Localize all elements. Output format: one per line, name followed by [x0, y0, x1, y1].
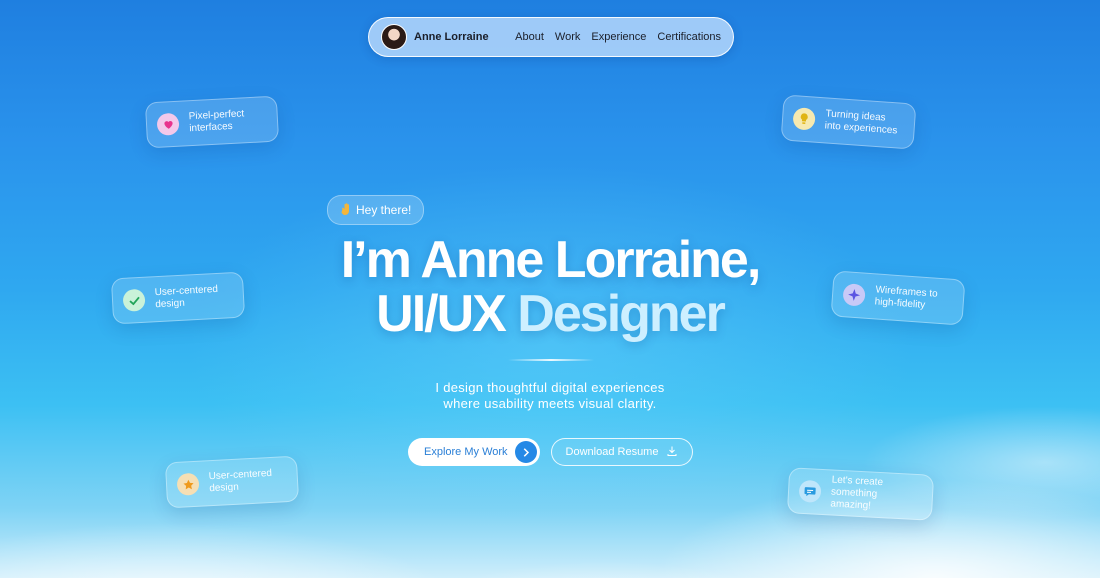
- divider: [508, 359, 594, 361]
- download-resume-label: Download Resume: [565, 446, 659, 458]
- chip-text: Pixel-perfect interfaces: [188, 108, 245, 135]
- greeting-text: Hey there!: [356, 203, 412, 217]
- nav-link-certifications[interactable]: Certifications: [657, 31, 721, 43]
- chip-user-centered-2: User-centered design: [164, 455, 300, 509]
- chip-text: Turning ideas into experiences: [824, 108, 898, 137]
- greeting-badge: Hey there!: [327, 195, 425, 225]
- top-navbar: Anne Lorraine About Work Experience Cert…: [368, 17, 734, 57]
- chip-turning-ideas: Turning ideas into experiences: [780, 94, 917, 150]
- hero-title-role: UI/UX: [376, 285, 507, 343]
- lightbulb-icon: [792, 107, 816, 131]
- heart-icon: [156, 112, 180, 136]
- hero-title-line1: I’m Anne Lorraine,: [340, 231, 762, 289]
- chip-text: Let's create something amazing!: [830, 474, 884, 512]
- waving-hand-icon: [340, 202, 351, 218]
- chip-pixel-perfect: Pixel-perfect interfaces: [144, 95, 280, 149]
- explore-work-button[interactable]: Explore My Work: [408, 438, 540, 466]
- chip-text: User-centered design: [208, 467, 273, 495]
- chip-lets-create: Let's create something amazing!: [786, 467, 935, 521]
- hero-title-line2: UI/UX Designer: [0, 284, 1100, 344]
- download-icon: [666, 445, 678, 460]
- chat-icon: [798, 479, 822, 503]
- hero-title-accent: Designer: [517, 285, 726, 343]
- nav-link-work[interactable]: Work: [555, 31, 580, 43]
- hero-subtitle-line1: I design thoughtful digital experiences: [435, 380, 665, 395]
- explore-work-label: Explore My Work: [424, 446, 508, 458]
- hero-subtitle-line2: where usability meets visual clarity.: [443, 396, 657, 411]
- download-resume-button[interactable]: Download Resume: [551, 438, 693, 466]
- brand-name[interactable]: Anne Lorraine: [414, 31, 489, 43]
- chevron-right-icon: [515, 441, 537, 463]
- avatar[interactable]: [381, 24, 407, 50]
- star-icon: [176, 472, 200, 496]
- nav-link-experience[interactable]: Experience: [591, 31, 646, 43]
- nav-link-about[interactable]: About: [515, 31, 544, 43]
- nav-links: About Work Experience Certifications: [515, 31, 721, 43]
